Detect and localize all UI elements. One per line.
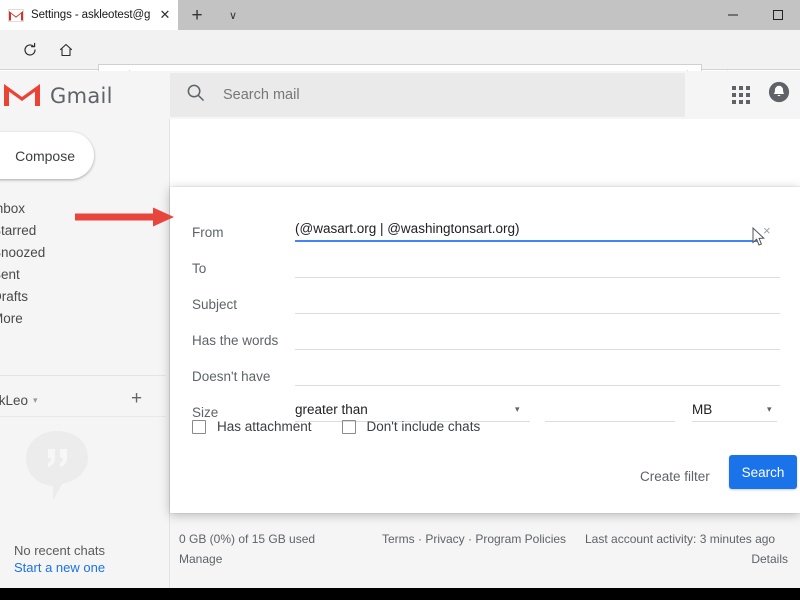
chevron-down-icon: ▾	[33, 394, 38, 405]
gmail-logo[interactable]: Gmail	[0, 79, 165, 113]
mouse-cursor	[752, 226, 766, 247]
gmail-page: Gmail Search mail Compose box tarred noo…	[0, 71, 800, 600]
chevron-down-icon[interactable]: ▾	[515, 404, 520, 415]
dont-include-chats-checkbox[interactable]	[341, 419, 356, 434]
new-tab-button[interactable]: +	[186, 5, 208, 27]
sidebar-item-label: Snoozed	[0, 244, 46, 260]
sidebar-item-label: Starred	[0, 222, 37, 238]
size-unit-value: MB	[692, 401, 713, 417]
sidebar-divider	[0, 375, 166, 376]
gmail-m-logo-icon	[2, 79, 42, 114]
last-account-activity-text: Last account activity: 3 minutes ago	[585, 532, 776, 546]
navigation-bar: https://mail.google.com/mail/u/0/#settin…	[0, 30, 800, 91]
from-field-label: From	[192, 225, 224, 240]
search-icon	[186, 83, 205, 107]
manage-storage-link[interactable]: Manage	[179, 552, 222, 566]
sidebar-item-label: Sent	[0, 266, 20, 282]
has-attachment-label: Has attachment	[217, 419, 312, 434]
gmail-m-icon	[8, 8, 24, 22]
browser-tab[interactable]: Settings - askleotest@g ✕	[0, 0, 178, 30]
subject-field[interactable]	[295, 289, 780, 314]
sidebar-item-drafts[interactable]: Drafts	[0, 285, 170, 307]
search-button[interactable]: Search	[729, 455, 797, 489]
size-comparator-value: greater than	[295, 401, 368, 417]
hangouts-add-button[interactable]: +	[131, 389, 142, 409]
search-placeholder: Search mail	[223, 87, 300, 103]
create-filter-button[interactable]: Create filter	[630, 462, 720, 491]
chevron-down-icon[interactable]: ▾	[767, 404, 772, 415]
search-input[interactable]: Search mail	[170, 73, 685, 117]
has-the-words-field[interactable]	[295, 325, 780, 350]
start-new-chat-link[interactable]: Start a new one	[14, 560, 105, 575]
size-unit-select[interactable]: MB	[692, 397, 777, 422]
chevron-down-icon[interactable]: ∨	[222, 6, 244, 26]
subject-field-label: Subject	[192, 297, 238, 312]
dialog-checkbox-row: Has attachment Don't include chats	[192, 419, 480, 434]
doesnt-have-field-label: Doesn't have	[192, 369, 271, 384]
sidebar-item-sent[interactable]: Sent	[0, 263, 170, 285]
doesnt-have-field[interactable]	[295, 361, 780, 386]
hangouts-placeholder-icon	[22, 429, 92, 501]
hangouts-divider	[0, 416, 166, 417]
storage-usage-text: 0 GB (0%) of 15 GB used	[179, 532, 316, 546]
apps-grid-icon[interactable]	[732, 85, 750, 104]
size-field-label: Size	[192, 405, 219, 420]
hangouts-account-row[interactable]: skLeo ▾	[0, 385, 170, 415]
maximize-button[interactable]	[755, 0, 800, 30]
minimize-button[interactable]	[710, 0, 755, 30]
dont-include-chats-label: Don't include chats	[366, 419, 481, 434]
gmail-logo-text: Gmail	[50, 84, 113, 108]
account-activity-details-link[interactable]: Details	[751, 552, 788, 566]
from-field[interactable]	[295, 217, 760, 242]
tab-strip: Settings - askleotest@g ✕ + ∨	[0, 0, 800, 30]
search-options-dialog: From × To Subject Has the words Doesn't …	[170, 187, 800, 513]
has-attachment-checkbox[interactable]	[192, 419, 206, 434]
sidebar-item-label: Inbox	[0, 200, 26, 216]
browser-window: Settings - askleotest@g ✕ + ∨ Gmail Sear…	[0, 0, 800, 600]
reload-icon[interactable]	[18, 38, 42, 62]
window-controls	[710, 0, 800, 30]
footer-policy-links[interactable]: Terms · Privacy · Program Policies	[382, 532, 566, 546]
to-field[interactable]	[295, 253, 780, 278]
header-icon-group	[732, 81, 790, 108]
gmail-sidebar: Compose Inbox Starred Snoozed Sent Draft…	[0, 119, 170, 600]
home-icon[interactable]	[54, 38, 78, 62]
sidebar-item-more[interactable]: More	[0, 307, 170, 329]
screen-bottom-strip	[0, 588, 800, 600]
no-recent-chats-text: No recent chats	[14, 543, 106, 558]
hangouts-account-name: skLeo	[0, 392, 29, 408]
to-field-label: To	[192, 261, 207, 276]
has-the-words-field-label: Has the words	[192, 333, 279, 348]
sidebar-item-label: More	[0, 310, 23, 326]
tab-title: Settings - askleotest@g	[31, 9, 151, 21]
bell-icon[interactable]	[768, 81, 790, 108]
sidebar-item-snoozed[interactable]: Snoozed	[0, 241, 170, 263]
size-amount-field[interactable]	[545, 397, 675, 422]
gmail-header: Gmail Search mail	[0, 71, 800, 119]
close-icon[interactable]: ✕	[158, 8, 172, 22]
compose-button[interactable]: Compose	[0, 132, 94, 179]
annotation-arrow	[75, 206, 175, 228]
sidebar-item-label: Drafts	[0, 288, 29, 304]
